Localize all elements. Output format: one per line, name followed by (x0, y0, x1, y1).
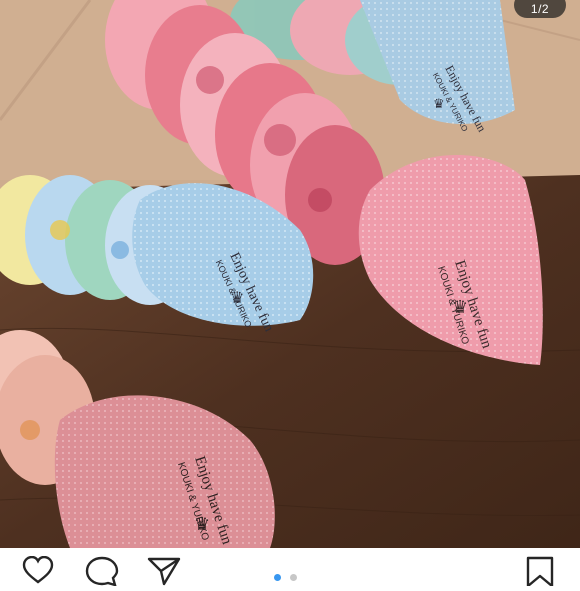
cones-photo: Enjoy have fun KOUKI & YURIKO ♛ Enjoy ha… (0, 0, 580, 548)
save-button[interactable] (522, 556, 558, 588)
crown-icon: ♛ (452, 297, 468, 317)
crown-icon: ♛ (433, 96, 445, 111)
paper-plane-icon (147, 557, 181, 586)
crown-icon: ♛ (194, 514, 210, 534)
heart-icon (22, 555, 54, 584)
like-button[interactable] (20, 555, 56, 586)
share-button[interactable] (146, 556, 182, 586)
comment-button[interactable] (84, 556, 120, 587)
crown-icon: ♛ (230, 290, 244, 307)
bookmark-icon (526, 556, 554, 588)
post-photo[interactable]: Enjoy have fun KOUKI & YURIKO ♛ Enjoy ha… (0, 0, 580, 548)
post-action-bar (0, 548, 580, 588)
carousel-indicator (274, 568, 302, 581)
comment-icon (85, 556, 119, 587)
image-counter-badge: 1/2 (514, 0, 566, 18)
